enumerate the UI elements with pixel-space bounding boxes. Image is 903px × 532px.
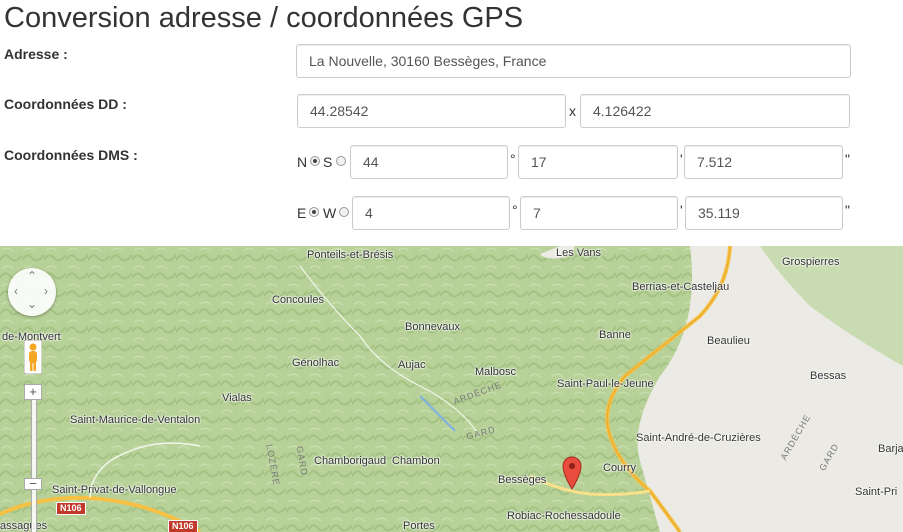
map-place: Ponteils-et-Brésis <box>307 249 394 261</box>
dms-label: Coordonnées DMS : <box>4 147 138 163</box>
dms-lat-sec-input[interactable]: 7.512 <box>684 145 843 179</box>
map-place: Bonnevaux <box>405 321 461 333</box>
min-symbol: ' <box>680 202 683 218</box>
map-place: Les Vans <box>556 247 602 259</box>
map-place: Banne <box>599 329 631 341</box>
min-symbol: ' <box>680 151 683 167</box>
dms-lat-deg-input[interactable]: 44 <box>350 145 508 179</box>
map-pan-control[interactable]: ⌃ ⌄ ‹ › <box>8 268 56 316</box>
map-place: Chambon <box>392 455 440 467</box>
map-place: Barja <box>878 443 903 455</box>
map-marker-icon[interactable] <box>562 456 582 490</box>
hem-w-radio[interactable] <box>339 207 349 217</box>
dms-lng-sec-input[interactable]: 35.119 <box>685 196 843 230</box>
zoom-slider-handle[interactable]: − <box>24 477 42 490</box>
page-title: Conversion adresse / coordonnées GPS <box>4 2 524 34</box>
deg-symbol: ° <box>512 202 518 218</box>
dd-lng-input[interactable]: 4.126422 <box>580 94 850 128</box>
map-place: Malbosc <box>475 366 516 378</box>
map-place: Bessèges <box>498 474 547 486</box>
map-place: Courry <box>603 462 637 474</box>
hem-e-radio[interactable] <box>309 207 319 217</box>
map-place: Robiac-Rochessadoule <box>507 510 621 522</box>
dd-lat-input[interactable]: 44.28542 <box>297 94 566 128</box>
pegman-icon[interactable] <box>24 340 42 374</box>
road-shield: N106 <box>168 520 198 532</box>
sec-symbol: " <box>845 202 850 218</box>
address-label: Adresse : <box>4 46 68 62</box>
dd-label: Coordonnées DD : <box>4 96 127 112</box>
hem-n-radio[interactable] <box>310 156 320 166</box>
hem-s-label: S <box>323 154 333 170</box>
hem-e-label: E <box>297 205 307 221</box>
map[interactable]: Ponteils-et-Brésis Les Vans Grospierres … <box>0 246 903 532</box>
map-place: Beaulieu <box>707 335 750 347</box>
map-place: Aujac <box>398 359 426 371</box>
map-place: Saint-Pri <box>855 486 898 498</box>
dms-lat-min-input[interactable]: 17 <box>518 145 678 179</box>
zoom-slider-track[interactable] <box>31 400 37 532</box>
map-place: Saint-André-de-Cruzières <box>636 432 761 444</box>
deg-symbol: ° <box>510 151 516 167</box>
address-input[interactable]: La Nouvelle, 30160 Bessèges, France <box>296 44 851 78</box>
map-place: Saint-Privat-de-Vallongue <box>52 484 177 496</box>
map-place: Saint-Maurice-de-Ventalon <box>70 414 201 426</box>
map-place: Saint-Paul-le-Jeune <box>557 378 654 390</box>
map-place: Génolhac <box>292 357 340 369</box>
hem-s-radio[interactable] <box>336 156 346 166</box>
dms-lng-deg-input[interactable]: 4 <box>352 196 510 230</box>
hem-n-label: N <box>297 154 308 170</box>
pan-left-icon[interactable]: ‹ <box>14 285 18 297</box>
map-place: assagues <box>0 520 48 532</box>
map-place: Grospierres <box>782 256 840 268</box>
map-place: Portes <box>403 520 435 532</box>
zoom-in-button[interactable]: + <box>24 384 42 400</box>
map-place: Concoules <box>272 294 324 306</box>
hem-w-label: W <box>323 205 337 221</box>
road-shield: N106 <box>56 502 86 515</box>
pan-right-icon[interactable]: › <box>44 285 48 297</box>
dms-lng-min-input[interactable]: 7 <box>520 196 678 230</box>
pan-down-icon[interactable]: ⌄ <box>27 298 37 310</box>
map-place: Berrias-et-Casteljau <box>632 281 730 293</box>
map-place: Vialas <box>222 392 252 404</box>
dd-separator: x <box>569 103 576 119</box>
pan-up-icon[interactable]: ⌃ <box>27 270 37 282</box>
sec-symbol: " <box>845 151 850 167</box>
map-place: Chamborigaud <box>314 455 387 467</box>
map-place: Bessas <box>810 370 847 382</box>
